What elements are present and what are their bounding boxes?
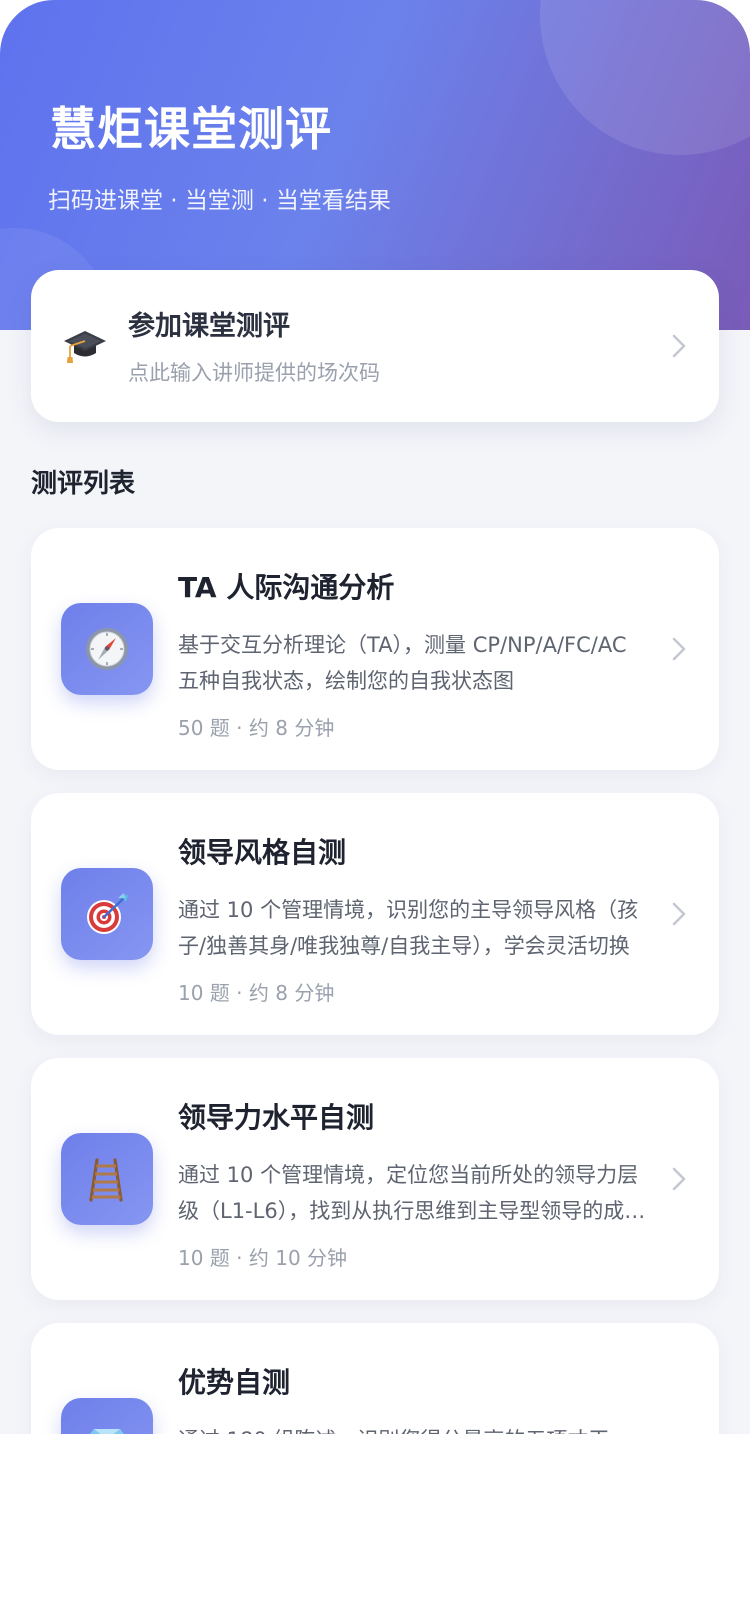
- card-icon-box: [61, 603, 153, 695]
- join-description: 点此输入讲师提供的场次码: [128, 361, 380, 385]
- target-icon: [87, 893, 128, 934]
- card-title: 领导风格自测: [178, 836, 347, 869]
- graduation-cap-icon: [64, 331, 106, 363]
- card-meta: 10 题 · 约 10 分钟: [178, 1246, 348, 1270]
- card-description: 通过 10 个管理情境，识别您的主导领导风格（孩子/独善其身/唯我独尊/自我主导…: [178, 898, 639, 958]
- card-title: TA 人际沟通分析: [178, 571, 395, 604]
- chevron-right-icon: [672, 637, 686, 661]
- page-subtitle: 扫码进课堂 · 当堂测 · 当堂看结果: [48, 188, 391, 214]
- assessment-card-leadership-level[interactable]: 领导力水平自测 通过 10 个管理情境，定位您当前所处的领导力层级（L1-L6）…: [31, 1058, 719, 1300]
- gem-icon: [90, 1429, 124, 1434]
- card-icon-box: [61, 1398, 153, 1434]
- compass-icon: [86, 628, 128, 670]
- card-meta: 50 题 · 约 8 分钟: [178, 716, 335, 740]
- card-description: 通过 180 组陈述，识别您得分最高的五项才干: [178, 1422, 650, 1434]
- chevron-right-icon: [672, 1167, 686, 1191]
- card-icon-box: [61, 868, 153, 960]
- phone-frame: 慧炬课堂测评 扫码进课堂 · 当堂测 · 当堂看结果 参加课堂测评 点此输入讲师…: [0, 0, 750, 1624]
- app-screen: 慧炬课堂测评 扫码进课堂 · 当堂测 · 当堂看结果 参加课堂测评 点此输入讲师…: [0, 0, 750, 1434]
- join-title: 参加课堂测评: [128, 311, 290, 342]
- decorative-circle: [540, 0, 750, 155]
- card-description: 通过 10 个管理情境，定位您当前所处的领导力层级（L1-L6），找到从执行思维…: [178, 1163, 646, 1223]
- page-title: 慧炬课堂测评: [50, 102, 332, 156]
- card-icon-box: [61, 1133, 153, 1225]
- card-description: 基于交互分析理论（TA），测量 CP/NP/A/FC/AC 五种自我状态，绘制您…: [178, 633, 627, 693]
- assessment-card-leadership-style[interactable]: 领导风格自测 通过 10 个管理情境，识别您的主导领导风格（孩子/独善其身/唯我…: [31, 793, 719, 1035]
- card-title: 领导力水平自测: [178, 1101, 375, 1134]
- assessment-card-strengths[interactable]: 优势自测 通过 180 组陈述，识别您得分最高的五项才干: [31, 1323, 719, 1434]
- join-assessment-card[interactable]: 参加课堂测评 点此输入讲师提供的场次码: [31, 270, 719, 422]
- chevron-right-icon: [672, 334, 686, 358]
- card-meta: 10 题 · 约 8 分钟: [178, 981, 335, 1005]
- chevron-right-icon: [672, 902, 686, 926]
- card-title: 优势自测: [178, 1366, 291, 1399]
- assessment-card-ta[interactable]: TA 人际沟通分析 基于交互分析理论（TA），测量 CP/NP/A/FC/AC …: [31, 528, 719, 770]
- section-title: 测评列表: [31, 469, 136, 499]
- ladder-icon: [89, 1158, 123, 1202]
